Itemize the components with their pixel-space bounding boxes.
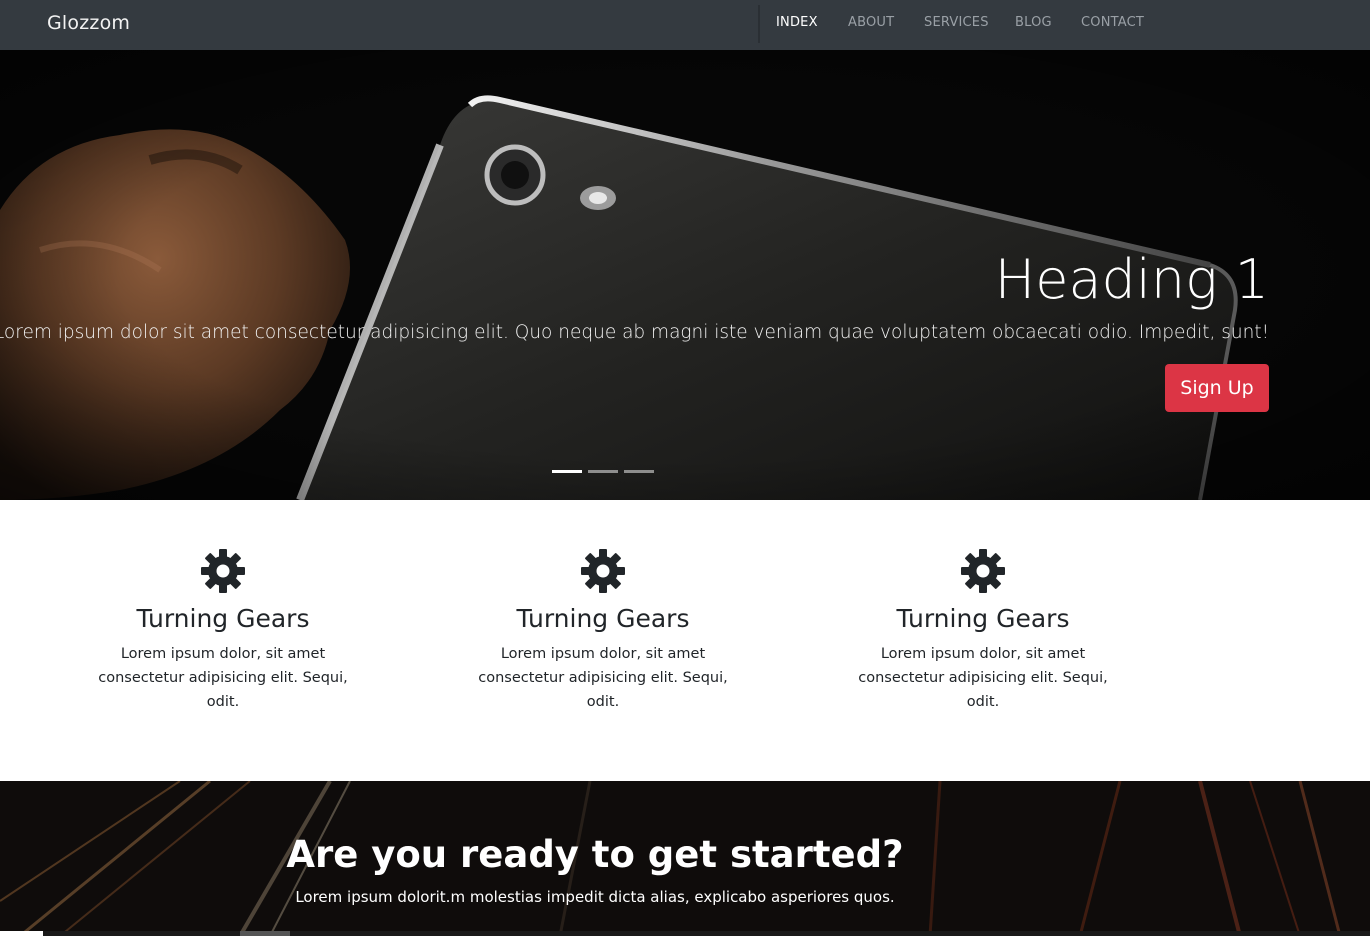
feature-title: Turning Gears bbox=[516, 604, 690, 633]
gear-icon bbox=[581, 549, 625, 593]
hero-heading: Heading 1 bbox=[994, 248, 1269, 311]
feature-text: Lorem ipsum dolor, sit amet consectetur … bbox=[98, 646, 348, 710]
nav-link-services[interactable]: SERVICES bbox=[924, 15, 989, 30]
navbar: Glozzom INDEX ABOUT SERVICES BLOG CONTAC… bbox=[0, 0, 1370, 50]
cta-section: Are you ready to get started? Lorem ipsu… bbox=[0, 781, 1370, 936]
cta-heading: Are you ready to get started? bbox=[286, 833, 904, 876]
feature-card: Turning Gears Lorem ipsum dolor, sit ame… bbox=[838, 548, 1128, 714]
carousel-indicator-3[interactable] bbox=[624, 470, 654, 473]
feature-text: Lorem ipsum dolor, sit amet consectetur … bbox=[478, 646, 728, 710]
cta-description: Lorem ipsum dolorit.m molestias impedit … bbox=[295, 888, 895, 906]
carousel-indicator-1[interactable] bbox=[552, 470, 582, 473]
nav-divider bbox=[758, 5, 760, 43]
feature-title: Turning Gears bbox=[896, 604, 1070, 633]
brand-logo[interactable]: Glozzom bbox=[47, 12, 130, 34]
bottom-edge-segment bbox=[0, 931, 43, 936]
nav-link-index[interactable]: INDEX bbox=[776, 15, 818, 30]
hero-carousel: Heading 1 Lorem ipsum dolor sit amet con… bbox=[0, 50, 1370, 500]
nav-link-about[interactable]: ABOUT bbox=[848, 15, 894, 30]
bottom-edge bbox=[0, 931, 1370, 936]
feature-title: Turning Gears bbox=[136, 604, 310, 633]
gear-icon bbox=[961, 549, 1005, 593]
feature-card: Turning Gears Lorem ipsum dolor, sit ame… bbox=[458, 548, 748, 714]
feature-card: Turning Gears Lorem ipsum dolor, sit ame… bbox=[78, 548, 368, 714]
gear-icon bbox=[201, 549, 245, 593]
hero-description: Lorem ipsum dolor sit amet consectetur a… bbox=[0, 322, 1269, 343]
bottom-edge-segment bbox=[240, 931, 290, 936]
nav-link-blog[interactable]: BLOG bbox=[1015, 15, 1052, 30]
carousel-indicator-2[interactable] bbox=[588, 470, 618, 473]
nav-link-contact[interactable]: CONTACT bbox=[1081, 15, 1144, 30]
sign-up-button[interactable]: Sign Up bbox=[1165, 364, 1269, 412]
feature-text: Lorem ipsum dolor, sit amet consectetur … bbox=[858, 646, 1108, 710]
